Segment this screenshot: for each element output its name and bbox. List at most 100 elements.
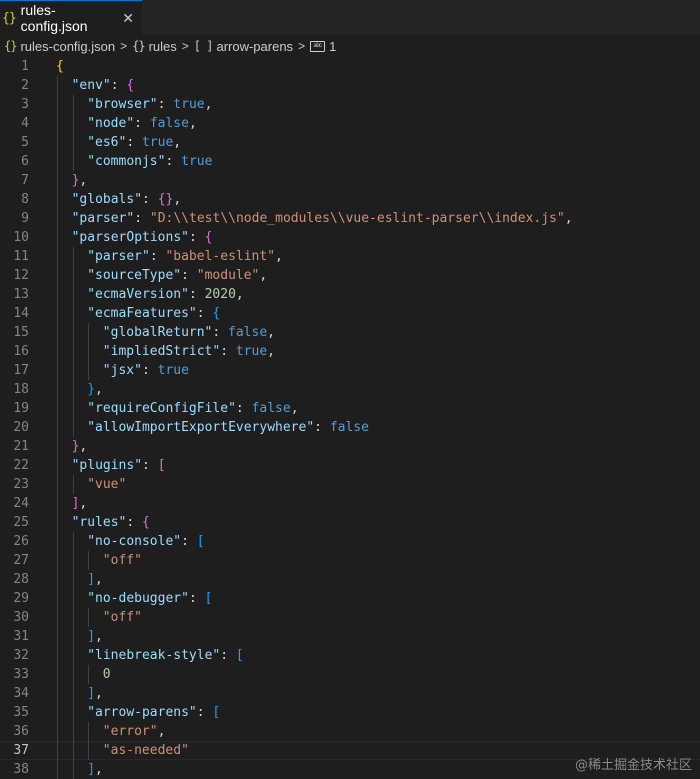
code-token: "parser" [87, 249, 150, 264]
indent-guide [57, 342, 58, 361]
code-line[interactable]: 6 "commonjs": true [0, 152, 700, 171]
indent-guide [88, 551, 90, 570]
code-line[interactable]: 20 "allowImportExportEverywhere": false [0, 418, 700, 437]
code-token: , [173, 192, 182, 207]
line-number: 3 [21, 97, 29, 112]
code-token: , [95, 686, 103, 701]
indent-guide [57, 475, 58, 494]
json-file-icon: {} [4, 39, 17, 53]
code-line[interactable]: 36 "error", [0, 722, 700, 741]
code-token: : [196, 306, 213, 321]
breadcrumb-item-arrow-parens[interactable]: arrow-parens [216, 39, 293, 54]
line-number: 21 [13, 439, 29, 454]
indent-guide [57, 589, 58, 608]
code-line[interactable]: 9 "parser": "D:\\test\\node_modules\\vue-… [0, 209, 700, 228]
code-line[interactable]: 35 "arrow-parens": [ [0, 703, 700, 722]
code-line[interactable]: 33 0 [0, 665, 700, 684]
code-line[interactable]: 27 "off" [0, 551, 700, 570]
code-text: "browser": true, [87, 95, 212, 114]
code-line[interactable]: 28], [0, 570, 700, 589]
code-token: [ [212, 705, 221, 720]
code-token: : [314, 420, 330, 435]
code-line[interactable]: 5 "es6": true, [0, 133, 700, 152]
code-line[interactable]: 25 "rules": { [0, 513, 700, 532]
code-line[interactable]: 16 "impliedStrict": true, [0, 342, 700, 361]
line-number: 29 [13, 591, 29, 606]
code-token: , [188, 116, 197, 131]
code-line[interactable]: 21}, [0, 437, 700, 456]
code-line[interactable]: 29 "no-debugger": [ [0, 589, 700, 608]
code-token: false [329, 420, 369, 435]
code-token: \\ [220, 211, 236, 226]
json-file-icon: {} [2, 10, 17, 26]
line-number: 8 [21, 192, 29, 207]
code-editor[interactable]: 1{2 "env": { 3 "browser": true, 4 "node": fal… [0, 57, 700, 779]
code-token: 2020 [204, 287, 236, 302]
code-token: , [157, 724, 166, 739]
code-line[interactable]: 1{ [0, 57, 700, 76]
code-token: index.js" [494, 211, 565, 226]
code-token: , [267, 325, 275, 340]
breadcrumb: {} rules-config.json > {} rules > [ ] ar… [0, 35, 700, 57]
code-line[interactable]: 3 "browser": true, [0, 95, 700, 114]
code-text: "no-console": [ [87, 532, 204, 551]
code-line[interactable]: 2 "env": { [0, 76, 700, 95]
code-line[interactable]: 15 "globalReturn": false, [0, 323, 700, 342]
indent-guide [88, 323, 90, 342]
code-token: "rules" [71, 515, 127, 530]
code-line[interactable]: 12 "sourceType": "module", [0, 266, 700, 285]
indent-guide [88, 361, 90, 380]
code-text: "globalReturn": false, [103, 323, 275, 342]
code-token: : [134, 211, 150, 226]
code-line[interactable]: 26 "no-console": [ [0, 532, 700, 551]
code-token: , [275, 249, 283, 264]
code-line[interactable]: 31], [0, 627, 700, 646]
code-line[interactable]: 11 "parser": "babel-eslint", [0, 247, 700, 266]
code-token: \\ [173, 211, 190, 226]
code-text: "impliedStrict": true, [103, 342, 275, 361]
code-line[interactable]: 19 "requireConfigFile": false, [0, 399, 700, 418]
tab-title: rules-config.json [20, 2, 88, 34]
code-line[interactable]: 34], [0, 684, 700, 703]
code-line[interactable]: 8 "globals": {}, [0, 190, 700, 209]
code-line[interactable]: 23 "vue" [0, 475, 700, 494]
code-text: "es6": true, [87, 133, 181, 152]
breadcrumb-item-rules[interactable]: rules [149, 39, 177, 54]
breadcrumb-item-file[interactable]: rules-config.json [20, 39, 115, 54]
code-line[interactable]: 7}, [0, 171, 700, 190]
code-text: "rules": { [72, 513, 150, 532]
code-line[interactable]: 17 "jsx": true [0, 361, 700, 380]
code-token: : [235, 401, 252, 416]
code-token: : [142, 458, 158, 473]
indent-guide [57, 209, 58, 228]
code-line[interactable]: 4 "node": false, [0, 114, 700, 133]
code-token: { [126, 78, 135, 93]
code-token: "arrow-parens" [87, 705, 197, 720]
indent-guide [57, 171, 58, 190]
code-line[interactable]: 14 "ecmaFeatures": { [0, 304, 700, 323]
code-token: { [142, 515, 150, 530]
code-text: ], [87, 684, 103, 703]
code-text: "linebreak-style": [ [87, 646, 244, 665]
code-token: true [141, 135, 174, 150]
indent-guide [57, 95, 58, 114]
code-token: "globals" [71, 192, 143, 207]
close-icon[interactable]: ✕ [122, 10, 134, 27]
code-line[interactable]: 24], [0, 494, 700, 513]
code-line[interactable]: 10 "parserOptions": { [0, 228, 700, 247]
code-line[interactable]: 30 "off" [0, 608, 700, 627]
code-token: "no-console" [87, 534, 182, 549]
line-number: 9 [21, 211, 29, 226]
code-line[interactable]: 13 "ecmaVersion": 2020, [0, 285, 700, 304]
code-token: : [157, 97, 174, 112]
code-line[interactable]: 18}, [0, 380, 700, 399]
code-token: , [267, 344, 275, 359]
indent-guide [72, 570, 74, 589]
code-line[interactable]: 22 "plugins": [ [0, 456, 700, 475]
code-text: }, [72, 171, 88, 190]
code-text: "sourceType": "module", [87, 266, 267, 285]
breadcrumb-item-index[interactable]: 1 [329, 39, 336, 54]
tab-rules-config[interactable]: {} rules-config.json ✕ [0, 0, 143, 35]
code-line[interactable]: 32 "linebreak-style": [ [0, 646, 700, 665]
indent-guide [72, 247, 74, 266]
